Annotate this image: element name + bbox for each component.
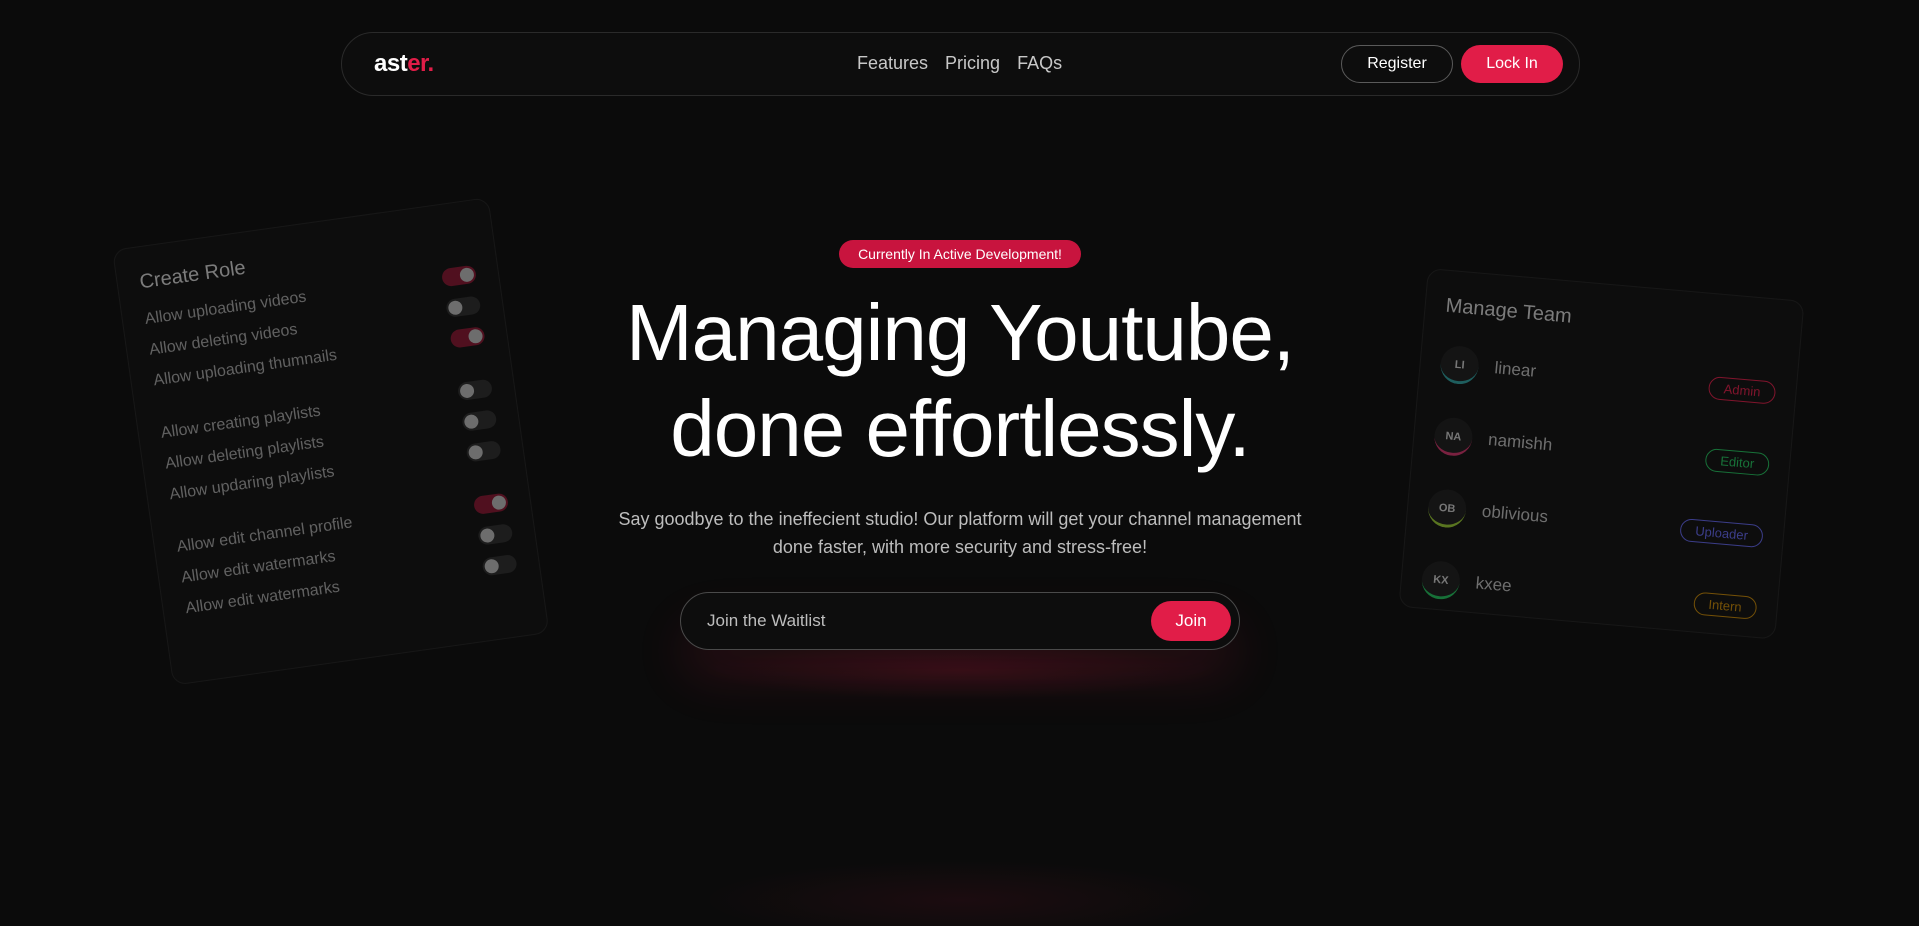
permission-toggle[interactable]: [465, 439, 502, 463]
avatar: LI: [1439, 344, 1481, 386]
bottom-glow: [700, 860, 1220, 926]
register-button[interactable]: Register: [1341, 45, 1453, 83]
hero-subtext: Say goodbye to the ineffecient studio! O…: [618, 509, 1302, 557]
login-button[interactable]: Lock In: [1461, 45, 1563, 83]
waitlist-form: Join: [680, 592, 1240, 650]
role-badge: Editor: [1704, 447, 1771, 476]
avatar: KX: [1420, 559, 1462, 601]
nav-links: Features Pricing FAQs: [857, 53, 1062, 74]
headline-line-1: Managing Youtube,: [625, 288, 1295, 377]
permission-toggle[interactable]: [472, 491, 510, 515]
logo-text: ast: [374, 50, 408, 77]
member-name: kxee: [1474, 573, 1513, 596]
manage-team-card: Manage Team LI linear Admin NA namishh E…: [1398, 268, 1805, 640]
logo[interactable]: aster.: [374, 50, 434, 78]
permission-toggle[interactable]: [449, 325, 486, 349]
navbar: aster. Features Pricing FAQs Register Lo…: [341, 32, 1580, 96]
hero-headline: Managing Youtube, done effortlessly.: [560, 285, 1360, 477]
permission-toggle[interactable]: [445, 294, 482, 318]
member-name: linear: [1493, 358, 1537, 381]
nav-link-faqs[interactable]: FAQs: [1017, 53, 1062, 74]
join-button[interactable]: Join: [1151, 601, 1231, 641]
permission-toggle[interactable]: [456, 378, 494, 401]
permission-toggle[interactable]: [440, 264, 478, 287]
logo-accent: er.: [407, 50, 434, 77]
member-name: oblivious: [1481, 501, 1549, 527]
nav-link-pricing[interactable]: Pricing: [945, 53, 1000, 74]
waitlist-input[interactable]: [707, 593, 1107, 649]
nav-link-features[interactable]: Features: [857, 53, 928, 74]
permission-toggle[interactable]: [477, 522, 514, 546]
permission-toggle[interactable]: [461, 408, 498, 432]
permission-toggle[interactable]: [481, 553, 518, 576]
create-role-card: Create Role Allow uploading videos Allow…: [112, 197, 550, 686]
member-name: namishh: [1487, 429, 1554, 455]
role-badge: Admin: [1707, 375, 1777, 405]
avatar: NA: [1432, 416, 1474, 458]
role-badge: Uploader: [1679, 517, 1764, 548]
role-badge: Intern: [1692, 590, 1758, 620]
avatar: OB: [1426, 487, 1468, 530]
development-badge: Currently In Active Development!: [839, 240, 1081, 268]
headline-line-2: done effortlessly.: [670, 384, 1250, 473]
